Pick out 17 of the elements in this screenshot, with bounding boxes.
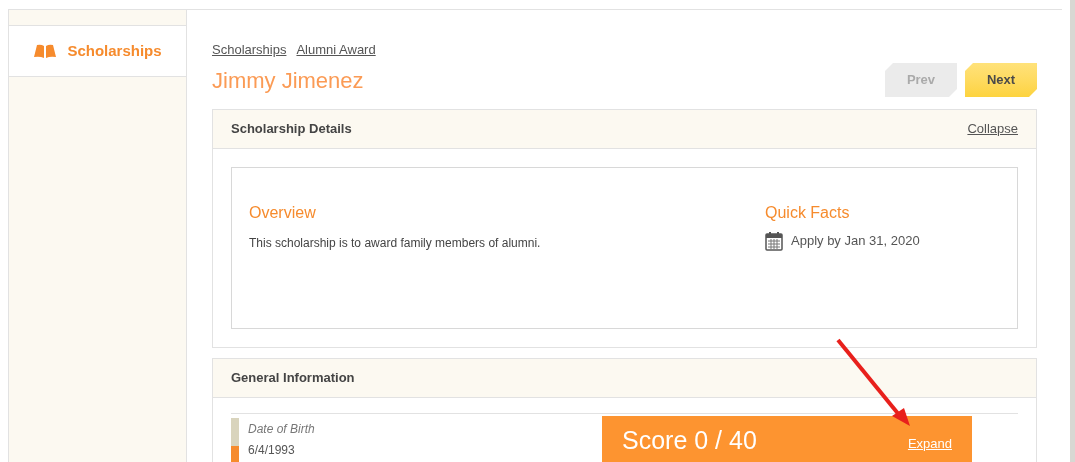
breadcrumb-link[interactable]: Scholarships <box>212 40 287 60</box>
page-title: Jimmy Jimenez <box>212 66 365 95</box>
breadcrumb-link[interactable]: Alumni Award <box>296 40 376 60</box>
field-value: 6/4/1993 <box>248 442 296 459</box>
next-button[interactable]: Next <box>965 63 1037 97</box>
panel-title: General Information <box>231 369 355 388</box>
apply-date: Apply by Jan 31, 2020 <box>791 232 920 251</box>
book-icon <box>33 43 58 59</box>
overview-text: This scholarship is to award family members of alumni. <box>249 235 542 252</box>
field-label: Date of Birth <box>248 421 315 438</box>
panel-title: Scholarship Details <box>231 120 352 139</box>
section-heading: Overview <box>249 203 317 223</box>
section-heading: Quick Facts <box>765 203 851 223</box>
field-marker <box>231 418 239 462</box>
score-text: Score 0 / 40 <box>622 425 757 457</box>
calendar-icon <box>765 231 783 251</box>
collapse-link[interactable]: Collapse <box>967 119 1018 139</box>
